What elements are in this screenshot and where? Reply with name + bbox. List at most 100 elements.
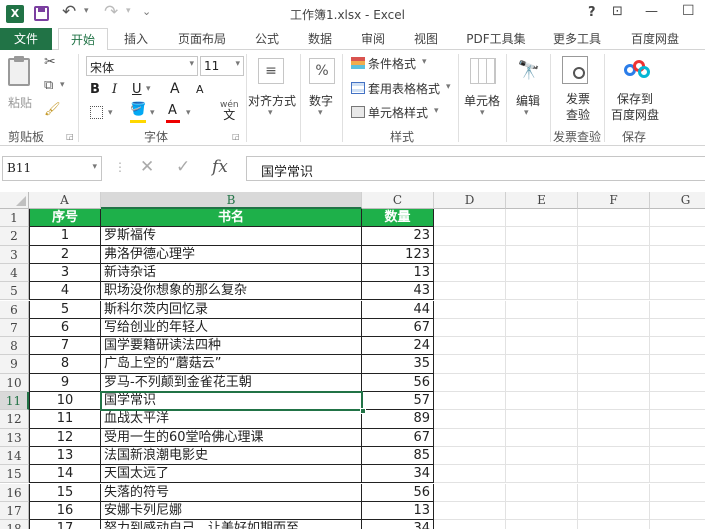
save-baidu-label-2[interactable]: 百度网盘 [611, 106, 659, 123]
empty-cell[interactable] [506, 428, 578, 447]
cell-qty[interactable]: 56 [362, 373, 434, 392]
cell-qty[interactable]: 56 [362, 483, 434, 502]
empty-cell[interactable] [506, 227, 578, 246]
empty-cell[interactable] [506, 446, 578, 466]
empty-cell[interactable] [434, 392, 506, 411]
border-icon[interactable] [90, 106, 103, 119]
column-header-f[interactable]: F [578, 192, 650, 209]
number-button[interactable]: 数字 [309, 92, 333, 109]
row-header[interactable]: 9 [0, 355, 29, 374]
border-dropdown-icon[interactable]: ▾ [108, 108, 113, 118]
font-size-select[interactable]: 11 ▾ [200, 56, 244, 76]
copy-dropdown-icon[interactable]: ▾ [60, 80, 65, 90]
empty-cell[interactable] [650, 282, 705, 301]
cell-qty[interactable]: 35 [362, 355, 434, 374]
cell-title[interactable]: 国学常识 [101, 392, 362, 411]
conditional-format-button[interactable]: 条件格式 [368, 55, 416, 72]
cell-seq[interactable]: 13 [29, 446, 101, 466]
empty-cell[interactable] [506, 209, 578, 228]
underline-button[interactable]: U [132, 82, 142, 97]
cell-seq[interactable]: 7 [29, 337, 101, 356]
tab-formulas[interactable]: 公式 [247, 28, 287, 50]
cancel-icon[interactable]: ✕ [140, 157, 154, 177]
clipboard-launcher-icon[interactable]: ◲ [66, 132, 74, 141]
baidu-netdisk-icon[interactable] [624, 60, 650, 80]
font-color-icon[interactable]: A [168, 103, 177, 118]
cell-style-button[interactable]: 单元格样式 [368, 104, 428, 121]
empty-cell[interactable] [578, 300, 650, 319]
edit-button[interactable]: 编辑 [516, 92, 540, 109]
find-icon[interactable]: 🔭 [516, 58, 542, 84]
cell-title[interactable]: 罗斯福传 [101, 227, 362, 246]
empty-cell[interactable] [434, 300, 506, 319]
paste-button[interactable]: 粘贴 [8, 94, 32, 111]
empty-cell[interactable] [434, 227, 506, 246]
empty-cell[interactable] [506, 465, 578, 484]
row-header[interactable]: 4 [0, 263, 29, 283]
cell-title[interactable]: 安娜卡列尼娜 [101, 501, 362, 521]
empty-cell[interactable] [578, 355, 650, 374]
cell-seq[interactable]: 12 [29, 428, 101, 447]
tab-baidu-netdisk[interactable]: 百度网盘 [622, 28, 688, 50]
empty-cell[interactable] [650, 319, 705, 338]
cell-style-icon[interactable] [351, 106, 365, 118]
select-all-corner[interactable] [0, 192, 29, 209]
table-format-button[interactable]: 套用表格格式 [368, 80, 440, 97]
name-box[interactable]: B11 ▾ [2, 156, 102, 181]
cell-title[interactable]: 法国新浪潮电影史 [101, 446, 362, 466]
invoice-check-label-1[interactable]: 发票 [566, 90, 590, 107]
empty-cell[interactable] [506, 483, 578, 502]
cell-qty[interactable]: 34 [362, 465, 434, 484]
empty-cell[interactable] [434, 355, 506, 374]
empty-cell[interactable] [578, 227, 650, 246]
fill-color-icon[interactable]: 🪣 [130, 102, 146, 117]
maximize-icon[interactable]: ☐ [682, 3, 695, 19]
cell-qty[interactable]: 67 [362, 428, 434, 447]
empty-cell[interactable] [578, 282, 650, 301]
cell-seq[interactable]: 2 [29, 245, 101, 264]
row-header[interactable]: 17 [0, 501, 29, 521]
cell-title[interactable]: 新诗杂话 [101, 263, 362, 283]
cell-qty[interactable]: 34 [362, 520, 434, 529]
cell-seq[interactable]: 17 [29, 520, 101, 529]
empty-cell[interactable] [434, 446, 506, 466]
empty-cell[interactable] [650, 227, 705, 246]
tab-review[interactable]: 审阅 [353, 28, 393, 50]
undo-icon[interactable]: ↶ [62, 2, 76, 22]
empty-cell[interactable] [650, 209, 705, 228]
fill-handle[interactable] [360, 408, 366, 415]
header-cell-seq[interactable]: 序号 [29, 209, 101, 228]
font-grow-button[interactable]: A [170, 81, 180, 97]
empty-cell[interactable] [434, 483, 506, 502]
invoice-check-icon[interactable] [562, 56, 588, 84]
header-cell-title[interactable]: 书名 [101, 209, 362, 228]
save-icon[interactable] [34, 6, 49, 21]
cell-title[interactable]: 广岛上空的“蘑菇云” [101, 355, 362, 374]
empty-cell[interactable] [434, 410, 506, 429]
empty-cell[interactable] [506, 501, 578, 521]
alignment-button[interactable]: 对齐方式 [248, 92, 296, 109]
cell-seq[interactable]: 3 [29, 263, 101, 283]
row-header[interactable]: 1 [0, 209, 29, 228]
column-header-a[interactable]: A [29, 192, 101, 209]
empty-cell[interactable] [506, 355, 578, 374]
empty-cell[interactable] [434, 465, 506, 484]
column-header-d[interactable]: D [434, 192, 506, 209]
cell-title[interactable]: 受用一生的60堂哈佛心理课 [101, 428, 362, 447]
empty-cell[interactable] [506, 245, 578, 264]
cell-title[interactable]: 国学要籍研读法四种 [101, 337, 362, 356]
font-color-dropdown-icon[interactable]: ▾ [186, 108, 191, 118]
cell-qty[interactable]: 67 [362, 318, 434, 338]
empty-cell[interactable] [650, 337, 705, 356]
tab-home[interactable]: 开始 [58, 28, 108, 51]
empty-cell[interactable] [578, 446, 650, 466]
cell-seq[interactable]: 1 [29, 227, 101, 246]
cell-title[interactable]: 努力到感动自己，让美好如期而至 [101, 520, 362, 529]
cell-title[interactable]: 写给创业的年轻人 [101, 318, 362, 338]
edit-dropdown-icon[interactable]: ▾ [524, 108, 529, 118]
row-header[interactable]: 12 [0, 410, 29, 429]
empty-cell[interactable] [650, 374, 705, 392]
help-icon[interactable]: ? [588, 5, 596, 20]
empty-cell[interactable] [506, 318, 578, 338]
cell-qty[interactable]: 85 [362, 446, 434, 466]
